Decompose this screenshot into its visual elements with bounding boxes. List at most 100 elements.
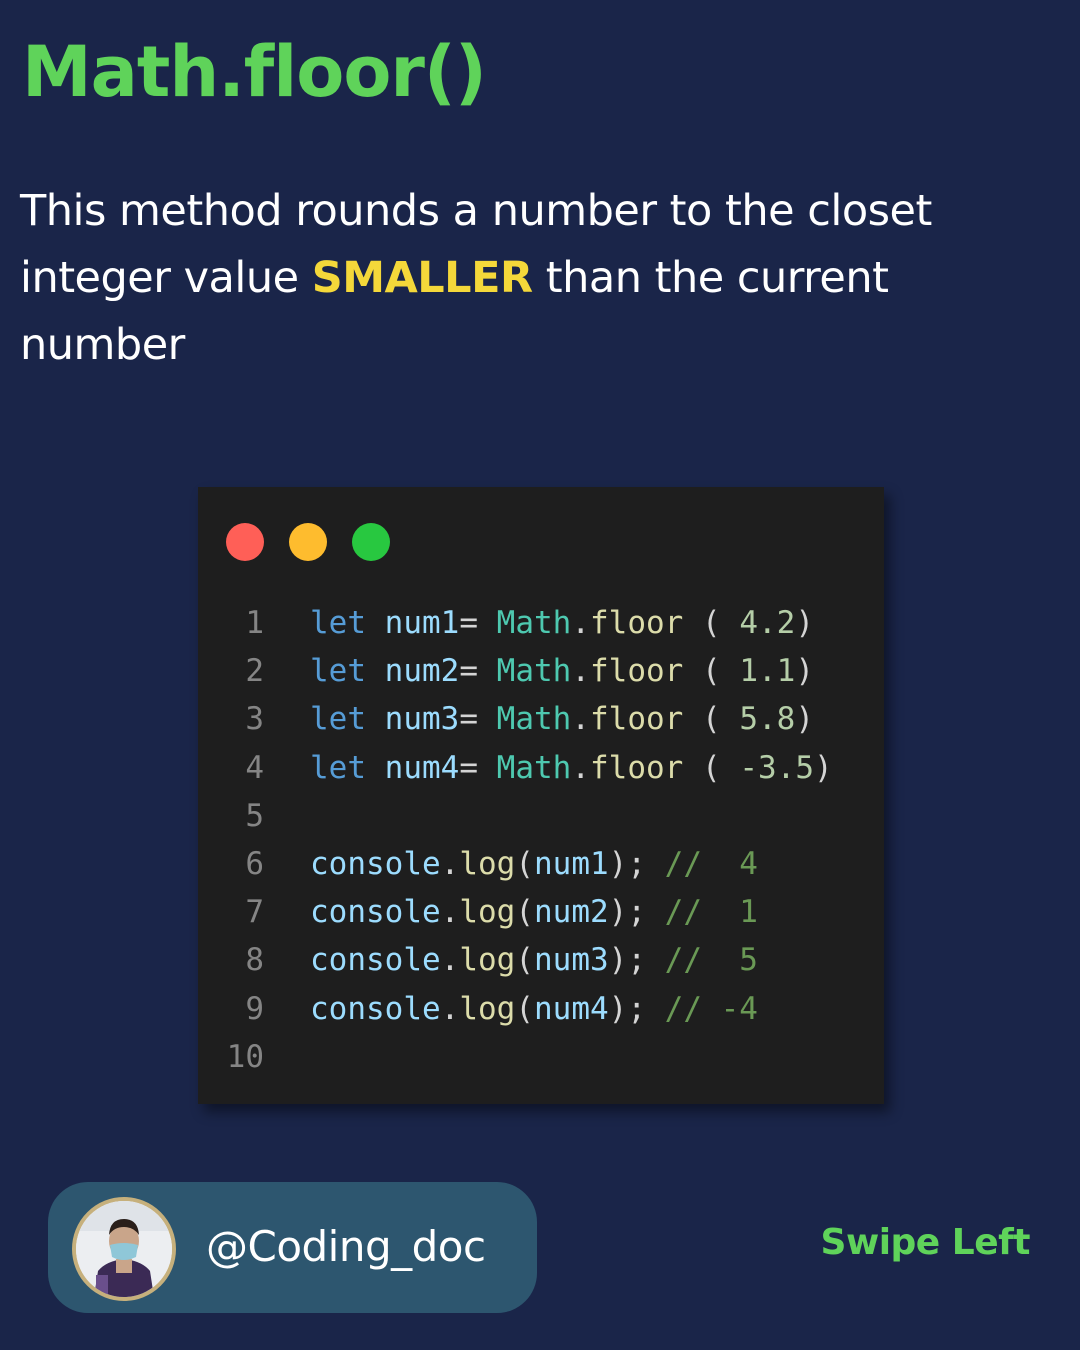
code-text: let num3= Math.floor ( 5.8) — [310, 695, 814, 743]
code-line: 5 — [198, 792, 884, 840]
minimize-dot-icon — [289, 523, 327, 561]
line-number: 5 — [245, 797, 264, 834]
code-paren-open: ( — [515, 845, 534, 882]
code-object: Math — [496, 701, 572, 738]
code-paren-open: ( — [683, 701, 740, 738]
code-object: Math — [496, 653, 572, 690]
code-argument: num1 — [534, 845, 609, 882]
code-keyword: let — [310, 749, 366, 786]
code-number: -3.5 — [739, 749, 814, 786]
code-function: log — [459, 845, 516, 882]
code-block: 1 let num1= Math.floor ( 4.2) 2 let num2= M… — [198, 599, 884, 1081]
code-paren-close: ) — [795, 653, 814, 690]
line-number: 8 — [245, 942, 264, 979]
code-paren-close: ); — [608, 894, 646, 931]
code-function: floor — [590, 701, 684, 738]
code-comment: // 5 — [664, 942, 758, 979]
code-operator: = — [459, 653, 478, 690]
code-text: let num1= Math.floor ( 4.2) — [310, 599, 814, 647]
code-paren-close: ) — [795, 605, 814, 641]
code-argument: num3 — [534, 942, 609, 979]
code-line: 6 console.log(num1); // 4 — [198, 840, 884, 888]
line-number: 6 — [245, 845, 264, 882]
code-object: Math — [496, 749, 572, 786]
code-function: floor — [590, 653, 684, 690]
code-comment: // 1 — [664, 894, 758, 931]
line-number: 9 — [245, 990, 264, 1027]
swipe-left-hint[interactable]: Swipe Left — [821, 1217, 1031, 1269]
description: This method rounds a number to the close… — [20, 178, 1060, 379]
code-object: console — [310, 845, 441, 882]
code-text: let num2= Math.floor ( 1.1) — [310, 647, 814, 695]
code-text: let num4= Math.floor ( -3.5) — [310, 744, 833, 792]
code-line: 2 let num2= Math.floor ( 1.1) — [198, 647, 884, 695]
code-paren-close: ) — [813, 749, 833, 786]
code-text: console.log(num1); // 4 — [310, 840, 758, 888]
line-number: 4 — [245, 749, 264, 786]
code-dot: . — [571, 605, 590, 641]
code-keyword: let — [310, 605, 366, 641]
code-function: log — [459, 942, 516, 979]
avatar-photo-icon — [76, 1201, 172, 1297]
code-variable: num1 — [384, 605, 460, 641]
code-dot: . — [571, 749, 590, 786]
close-dot-icon — [226, 523, 264, 561]
code-comment: // -4 — [664, 990, 758, 1027]
code-object: console — [310, 990, 441, 1027]
code-text: console.log(num4); // -4 — [310, 985, 758, 1033]
code-text: console.log(num3); // 5 — [310, 936, 758, 984]
code-operator: = — [459, 701, 478, 738]
code-variable: num2 — [384, 653, 460, 690]
code-number: 1.1 — [739, 653, 796, 690]
code-paren-open: ( — [515, 990, 534, 1027]
code-dot: . — [571, 701, 590, 738]
code-number: 5.8 — [739, 701, 796, 738]
code-line: 10 — [198, 1033, 884, 1081]
code-dot: . — [440, 894, 460, 931]
code-comment: // 4 — [664, 845, 758, 882]
code-variable: num4 — [384, 749, 460, 786]
line-number: 1 — [245, 605, 264, 641]
line-number: 3 — [245, 701, 264, 738]
code-paren-open: ( — [515, 894, 534, 931]
line-number: 10 — [226, 1038, 264, 1075]
author-handle[interactable]: @Coding_doc — [206, 1217, 486, 1277]
code-object: console — [310, 894, 441, 931]
code-paren-open: ( — [683, 749, 740, 786]
code-line: 3 let num3= Math.floor ( 5.8) — [198, 695, 884, 743]
code-dot: . — [440, 845, 460, 882]
line-number: 7 — [245, 894, 264, 931]
highlight-smaller: SMALLER — [311, 253, 533, 303]
code-keyword: let — [310, 701, 366, 738]
code-dot: . — [440, 942, 460, 979]
code-function: floor — [590, 749, 684, 786]
code-paren-close: ); — [608, 942, 646, 979]
code-argument: num2 — [534, 894, 609, 931]
code-paren-close: ); — [608, 845, 646, 882]
page-title: Math.floor() — [22, 31, 487, 113]
line-number: 2 — [245, 653, 264, 690]
code-line: 9 console.log(num4); // -4 — [198, 985, 884, 1033]
code-function: floor — [590, 605, 684, 641]
code-argument: num4 — [534, 990, 609, 1027]
avatar — [72, 1197, 176, 1301]
code-operator: = — [459, 749, 478, 786]
code-object: Math — [496, 605, 572, 641]
code-function: log — [459, 894, 516, 931]
code-dot: . — [571, 653, 590, 690]
code-line: 8 console.log(num3); // 5 — [198, 936, 884, 984]
code-keyword: let — [310, 653, 366, 690]
code-paren-open: ( — [683, 605, 740, 641]
code-line: 7 console.log(num2); // 1 — [198, 888, 884, 936]
code-object: console — [310, 942, 441, 979]
code-line: 1 let num1= Math.floor ( 4.2) — [198, 599, 884, 647]
code-text: console.log(num2); // 1 — [310, 888, 758, 936]
author-handle-pill[interactable]: @Coding_doc — [48, 1182, 537, 1313]
code-editor-window: 1 let num1= Math.floor ( 4.2) 2 let num2= M… — [198, 487, 884, 1104]
maximize-dot-icon — [352, 523, 390, 561]
code-line: 4 let num4= Math.floor ( -3.5) — [198, 744, 884, 792]
code-operator: = — [459, 605, 478, 641]
code-paren-close: ); — [608, 990, 646, 1027]
code-paren-open: ( — [683, 653, 740, 690]
code-variable: num3 — [384, 701, 460, 738]
